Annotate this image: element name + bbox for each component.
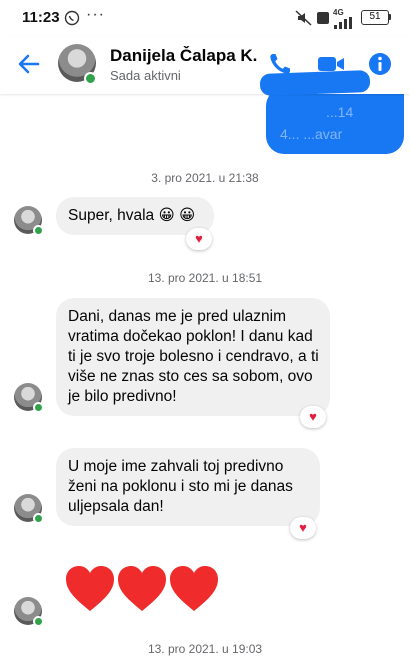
online-indicator bbox=[33, 616, 44, 627]
network-label: 4G bbox=[333, 8, 344, 17]
online-indicator bbox=[33, 225, 44, 236]
date-separator: 13. pro 2021. u 19:03 bbox=[147, 642, 263, 656]
online-indicator bbox=[84, 72, 97, 85]
heart-reaction[interactable]: ♥ bbox=[290, 517, 316, 539]
outgoing-message-bubble[interactable]: ...14 4... ...avar bbox=[266, 88, 404, 154]
message-text: Dani, danas me je pred ulaznim vratima d… bbox=[68, 308, 319, 405]
heart-reaction-icon: ♥ bbox=[195, 231, 203, 246]
mute-icon bbox=[295, 10, 313, 31]
outgoing-text-line1: ...14 bbox=[326, 104, 354, 120]
heart-reaction-icon: ♥ bbox=[299, 520, 307, 535]
volte-icon bbox=[316, 10, 330, 31]
arrow-left-icon bbox=[18, 54, 40, 74]
message-text: Super, hvala 😀 😀 bbox=[68, 207, 196, 224]
incoming-message-bubble[interactable]: Dani, danas me je pred ulaznim vratima d… bbox=[56, 298, 330, 416]
status-time: 11:23 bbox=[22, 9, 60, 26]
heart-reaction-icon: ♥ bbox=[309, 409, 317, 424]
battery-tip bbox=[389, 14, 391, 20]
info-icon bbox=[369, 53, 391, 75]
date-separator: 3. pro 2021. u 21:38 bbox=[151, 171, 259, 185]
network-4g-icon: 4G bbox=[333, 8, 353, 29]
heart-reaction[interactable]: ♥ bbox=[300, 406, 326, 428]
redaction-scribble bbox=[259, 70, 371, 96]
more-notifications-icon: ··· bbox=[86, 6, 105, 23]
incoming-message-bubble[interactable]: U moje ime zahvali toj predivno ženi na … bbox=[56, 448, 320, 526]
battery-level: 51 bbox=[369, 11, 381, 22]
heart-icon bbox=[66, 566, 114, 611]
heart-icon bbox=[170, 566, 218, 611]
date-separator: 13. pro 2021. u 18:51 bbox=[147, 271, 263, 285]
online-indicator bbox=[33, 513, 44, 524]
back-button[interactable] bbox=[16, 51, 42, 77]
whatsapp-notification-icon bbox=[64, 10, 80, 31]
online-indicator bbox=[33, 402, 44, 413]
battery-indicator: 51 bbox=[361, 10, 389, 25]
status-bar: 11:23 ··· 4G 51 bbox=[0, 0, 410, 36]
message-text: U moje ime zahvali toj predivno ženi na … bbox=[68, 458, 293, 515]
presence-status: Sada aktivni bbox=[110, 68, 181, 83]
contact-name[interactable]: Danijela Čalapa K... bbox=[110, 46, 258, 66]
heart-icon bbox=[118, 566, 166, 611]
heart-reaction[interactable]: ♥ bbox=[186, 228, 212, 250]
info-button[interactable] bbox=[366, 50, 396, 80]
outgoing-text-line2: 4... ...avar bbox=[280, 126, 343, 142]
hearts-emoji-message[interactable] bbox=[64, 565, 220, 624]
